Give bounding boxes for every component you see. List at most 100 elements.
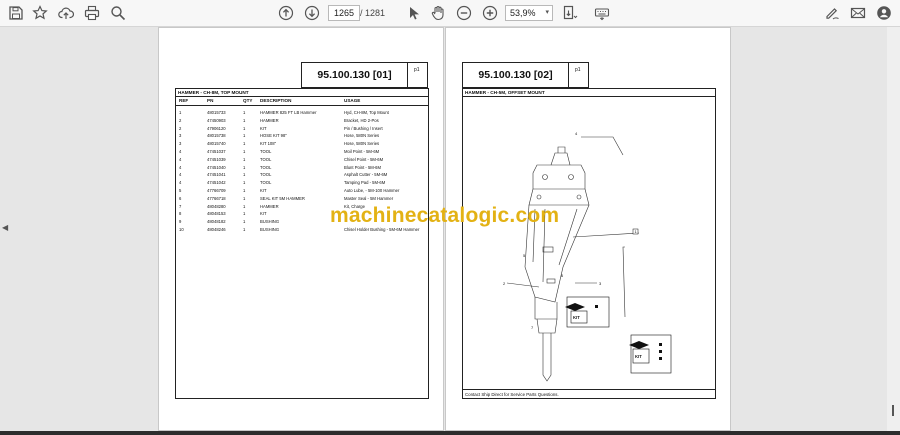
bookmark-star-icon[interactable]: [30, 3, 50, 23]
table-row: 4 47451042 1 TOOL Tamping Pad - 5M-6M: [176, 180, 428, 188]
cell-desc: TOOL: [260, 149, 272, 154]
cell-qty: 1: [243, 211, 246, 217]
cell-pn: 48048182: [207, 219, 226, 225]
select-cursor-icon[interactable]: [404, 3, 424, 23]
cell-ref: 6: [179, 195, 182, 201]
cell-desc: HAMMER: [260, 117, 279, 123]
zoom-level-field[interactable]: 53,9% ▾: [505, 5, 553, 21]
column-header-qty: QTY: [243, 98, 253, 103]
vertical-scrollbar[interactable]: [887, 27, 900, 431]
cell-ref: 4: [179, 164, 182, 170]
cell-usage: Tamping Pad - 5M-6M: [344, 180, 386, 186]
cell-qty: 1: [243, 227, 246, 232]
cell-ref: 4: [179, 172, 182, 178]
table-row: 3 48015738 1 HOSE KIT 98" Hose, 580N Series: [176, 133, 428, 141]
cell-ref: 4: [179, 180, 182, 186]
cell-qty: 1: [243, 180, 246, 186]
table-row: 4 47451037 1 TOOL Moil Point - 5M-6M: [176, 149, 428, 157]
cell-pn: 48015733: [207, 110, 226, 115]
table-row: 4 47451041 1 TOOL Asphalt Cutter - 5M-6M: [176, 172, 428, 180]
section-title: HAMMER - CH-5M, OFFSET MOUNT: [463, 89, 715, 97]
scrollbar-thumb[interactable]: [892, 405, 894, 416]
cell-ref: 4: [179, 149, 182, 154]
hand-tool-icon[interactable]: [428, 3, 448, 23]
cell-usage: Pin / Bushing / Insert: [344, 125, 383, 131]
cell-pn: 47906120: [207, 125, 226, 131]
cell-ref: 3: [179, 141, 182, 147]
cell-desc: KIT: [260, 188, 267, 193]
cell-usage: Hyd, CH-8M, Top Mount: [344, 110, 389, 115]
cell-pn: 47766709: [207, 188, 226, 193]
page-title-box: 95.100.130 [01] p1: [301, 62, 428, 88]
cell-qty: 1: [243, 195, 246, 201]
cell-desc: BUSHING: [260, 227, 280, 232]
table-row: 5 47766709 1 KIT Auto Lube, - 5M-100 Hammer: [176, 188, 428, 196]
cell-desc: HOSE KIT 98": [260, 133, 287, 139]
parts-table: HAMMER - CH-8M, TOP MOUNT REF PN QTY DES…: [175, 88, 429, 399]
print-icon[interactable]: [82, 3, 102, 23]
cell-desc: SEAL KIT 5M HAMMER: [260, 195, 305, 201]
cell-pn: 47451039: [207, 156, 226, 162]
cell-desc: TOOL: [260, 172, 272, 178]
divider: [176, 105, 428, 106]
page-number-input[interactable]: 1265: [328, 5, 360, 21]
cell-ref: 1: [179, 110, 182, 115]
callout-label: 7: [531, 325, 534, 330]
cell-usage: Moil Point - 5M-6M: [344, 149, 380, 154]
cell-usage: Auto Lube, - 5M-100 Hammer: [344, 188, 400, 193]
diagram-frame: HAMMER - CH-5M, OFFSET MOUNT 1 2 3 4 5 6…: [462, 88, 716, 399]
cell-ref: 10: [179, 227, 184, 232]
zoom-out-icon[interactable]: [454, 3, 474, 23]
zoom-search-icon[interactable]: [108, 3, 128, 23]
cell-qty: 1: [243, 117, 246, 123]
cell-ref: 9: [179, 219, 182, 225]
cell-pn: 48048246: [207, 227, 226, 232]
zoom-in-icon[interactable]: [480, 3, 500, 23]
footer-note: Contact Ship Direct for Service Parts Qu…: [465, 392, 559, 397]
page-count: / 1281: [360, 5, 385, 21]
cell-desc: TOOL: [260, 164, 272, 170]
page-separator: /: [360, 8, 363, 18]
cell-usage: Chisel Point - 5M-6M: [344, 156, 384, 162]
page-title: 95.100.130 [01]: [302, 63, 408, 87]
cell-qty: 1: [243, 188, 246, 193]
chevron-down-icon[interactable]: ▾: [545, 6, 549, 20]
cell-usage: Master Seal - 5M Hammer: [344, 195, 394, 201]
account-icon[interactable]: [874, 3, 894, 23]
cell-pn: 48048153: [207, 211, 226, 217]
cell-pn: 47451037: [207, 149, 226, 154]
page-title-box: 95.100.130 [02] p1: [462, 62, 589, 88]
keyboard-icon[interactable]: [592, 3, 612, 23]
next-page-icon[interactable]: [302, 3, 322, 23]
cell-pn: 48048280: [207, 203, 226, 209]
save-icon[interactable]: [6, 3, 26, 23]
page-title: 95.100.130 [02]: [463, 63, 569, 87]
table-row: 4 47451040 1 TOOL Blunt Point - 5M-6M: [176, 165, 428, 173]
fit-page-icon[interactable]: [560, 3, 580, 23]
table-row: 4 47451039 1 TOOL Chisel Point - 5M-6M: [176, 157, 428, 165]
cell-qty: 1: [243, 110, 246, 115]
section-title: HAMMER - CH-8M, TOP MOUNT: [176, 89, 428, 97]
previous-page-icon[interactable]: [276, 3, 296, 23]
hammer-exploded-diagram: 1 2 3 4 5 6 7 KIT KIT: [503, 131, 672, 382]
cell-qty: 1: [243, 164, 246, 170]
page-marker: p1: [414, 67, 420, 73]
cell-desc: HAMMER 825 FT LB Hammer: [260, 110, 317, 115]
upload-cloud-icon[interactable]: [56, 3, 76, 23]
cell-qty: 1: [243, 141, 246, 147]
table-row: 3 48015740 1 KIT 108" Hose, 580N Series: [176, 141, 428, 149]
cell-desc: TOOL: [260, 180, 272, 186]
watermark-text: machinecatalogic.com: [330, 204, 560, 227]
cell-qty: 1: [243, 172, 246, 178]
cell-desc: KIT: [260, 125, 267, 131]
cell-usage: Hose, 580N Series: [344, 141, 380, 147]
cell-pn: 47766718: [207, 195, 226, 201]
cell-pn: 48015740: [207, 141, 226, 147]
sign-pen-icon[interactable]: [822, 3, 842, 23]
cell-desc: KIT: [260, 211, 267, 217]
chevron-left-icon[interactable]: ◀: [2, 223, 8, 232]
zoom-value: 53,9%: [510, 8, 536, 18]
table-row: 10 48048246 1 BUSHING Chisel Holder Bushing …: [176, 227, 428, 235]
email-icon[interactable]: [848, 3, 868, 23]
cell-desc: BUSHING: [260, 219, 280, 225]
